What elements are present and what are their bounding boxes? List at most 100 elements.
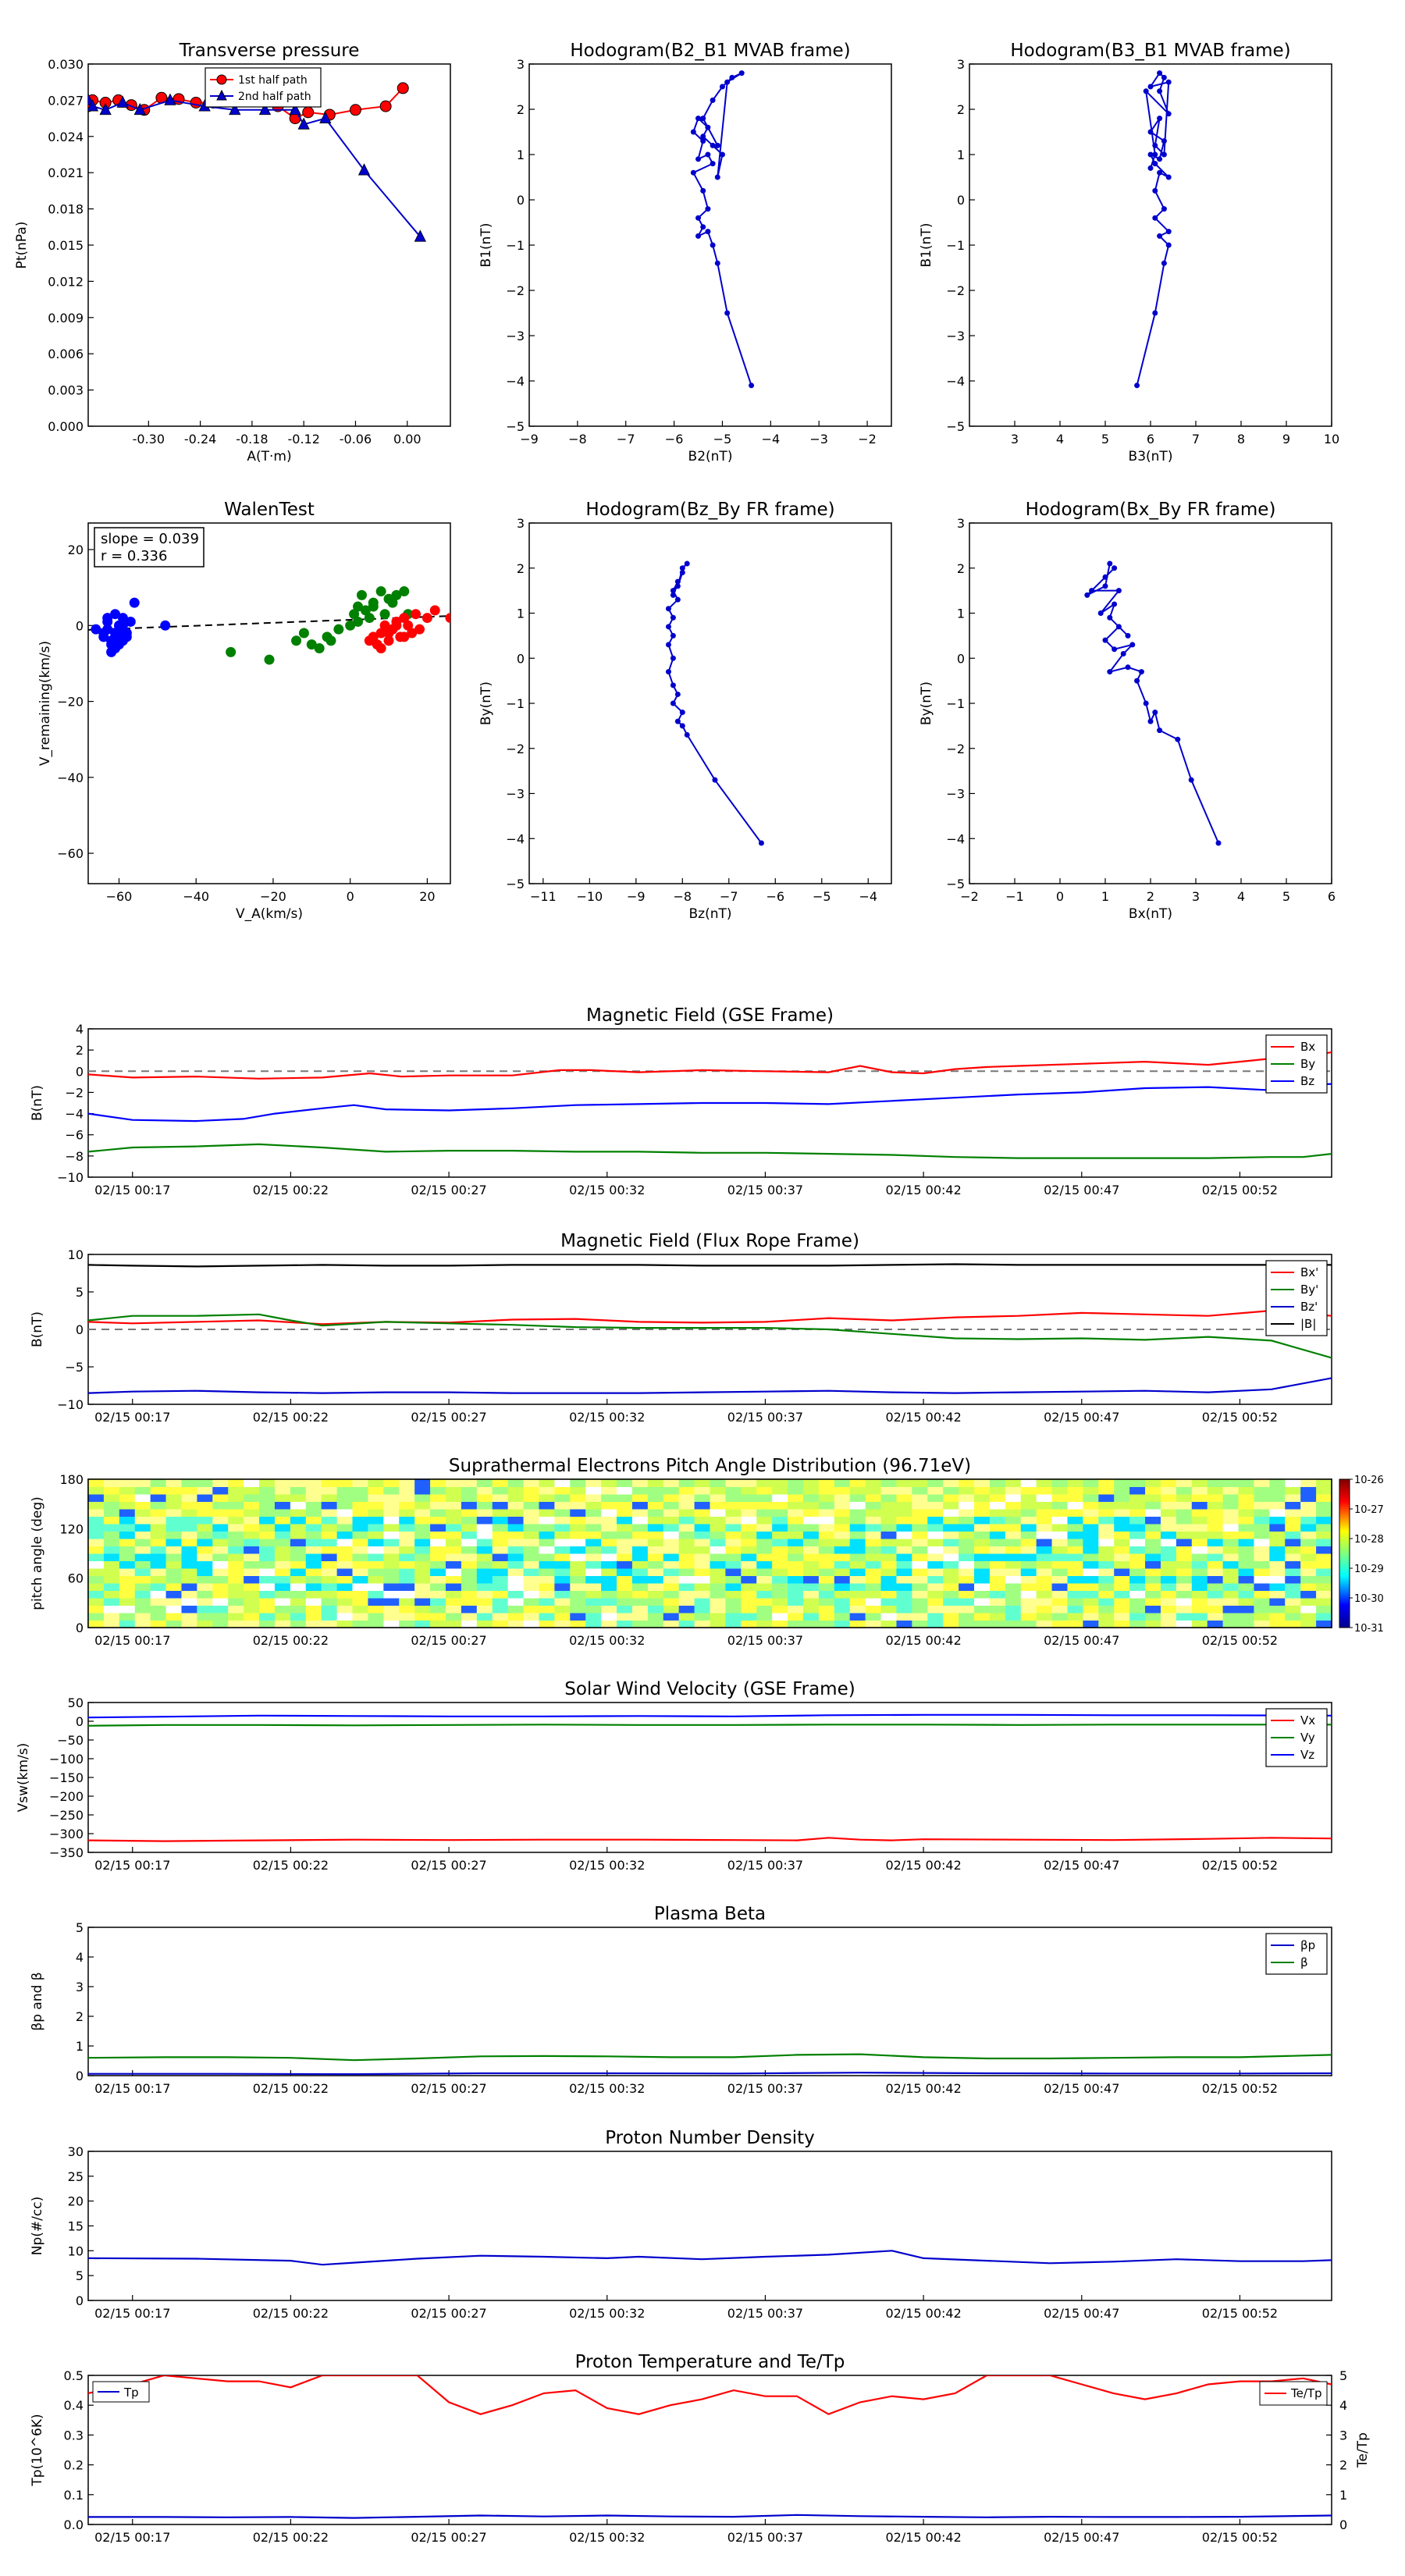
heatmap-cell xyxy=(244,1524,260,1532)
heatmap-cell xyxy=(244,1620,260,1628)
heatmap-cell xyxy=(445,1553,462,1561)
y-tick-label: 5 xyxy=(76,1285,84,1300)
heatmap-cell xyxy=(1222,1524,1240,1532)
heatmap-cell xyxy=(570,1546,586,1554)
heatmap-cell xyxy=(1020,1605,1037,1614)
heatmap-cell xyxy=(1067,1546,1083,1554)
heatmap-cell xyxy=(523,1560,539,1569)
heatmap-cell xyxy=(802,1553,820,1561)
heatmap-cell xyxy=(1269,1605,1286,1614)
heatmap-cell xyxy=(896,1553,912,1561)
heatmap-cell xyxy=(617,1494,633,1502)
heatmap-cell xyxy=(368,1486,384,1495)
heatmap-cell xyxy=(1254,1560,1270,1569)
heatmap-cell xyxy=(617,1568,633,1576)
x-tick-label: −20 xyxy=(260,889,286,904)
heatmap-cell xyxy=(1300,1479,1317,1487)
heatmap-cell xyxy=(1129,1568,1146,1576)
heatmap-cell xyxy=(228,1620,244,1628)
heatmap-cell xyxy=(290,1553,307,1561)
heatmap-cell xyxy=(631,1583,649,1591)
heatmap-cell xyxy=(585,1539,602,1546)
data-point xyxy=(700,224,706,230)
heatmap-cell xyxy=(585,1479,602,1487)
y-axis-label: Tp(10^6K) xyxy=(30,2414,45,2486)
heatmap-cell xyxy=(259,1509,276,1517)
heatmap-cell xyxy=(399,1494,415,1502)
heatmap-cell xyxy=(663,1479,680,1487)
heatmap-cell xyxy=(1207,1590,1224,1599)
heatmap-cell xyxy=(741,1583,757,1591)
heatmap-cell xyxy=(507,1598,525,1606)
heatmap-cell xyxy=(368,1524,384,1532)
heatmap-cell xyxy=(445,1494,462,1502)
heatmap-cell xyxy=(181,1509,197,1517)
data-point xyxy=(700,116,706,122)
heatmap-cell xyxy=(1207,1553,1224,1561)
heatmap-cell xyxy=(647,1501,664,1510)
heatmap-cell xyxy=(1129,1546,1146,1554)
y-tick-label: −4 xyxy=(65,1107,84,1122)
heatmap-cell xyxy=(943,1605,959,1614)
heatmap-cell xyxy=(1145,1494,1161,1502)
heatmap-cell xyxy=(1051,1546,1068,1554)
heatmap-cell xyxy=(1051,1539,1068,1546)
heatmap-cell xyxy=(1238,1605,1254,1614)
heatmap-cell xyxy=(570,1575,586,1584)
y-tick-label: 10 xyxy=(68,2243,84,2258)
heatmap-cell xyxy=(802,1479,820,1487)
heatmap-cell xyxy=(274,1575,291,1584)
data-point xyxy=(1097,610,1104,616)
data-point xyxy=(1107,614,1113,621)
heatmap-cell xyxy=(321,1531,338,1539)
heatmap-cell xyxy=(383,1494,400,1502)
heatmap-cell xyxy=(849,1560,866,1569)
heatmap-cell xyxy=(212,1524,229,1532)
heatmap-cell xyxy=(974,1613,991,1621)
heatmap-cell xyxy=(849,1539,866,1546)
heatmap-cell xyxy=(772,1546,788,1554)
heatmap-cell xyxy=(1316,1539,1332,1546)
heatmap-cell xyxy=(818,1509,835,1517)
data-point xyxy=(1102,574,1108,580)
heatmap-cell xyxy=(414,1524,431,1532)
heatmap-cell xyxy=(181,1486,197,1495)
scatter-point xyxy=(291,635,302,646)
y-tick-label: 30 xyxy=(68,2144,84,2159)
heatmap-cell xyxy=(756,1516,773,1525)
heatmap-cell xyxy=(1083,1590,1099,1599)
x-tick-label: 0.00 xyxy=(393,432,422,447)
y-axis-label: Pt(nPa) xyxy=(14,222,30,269)
heatmap-cell xyxy=(336,1590,354,1599)
data-point xyxy=(705,206,711,212)
heatmap-cell xyxy=(772,1553,788,1561)
heatmap-cell xyxy=(1051,1613,1068,1621)
heatmap-cell xyxy=(802,1524,820,1532)
heatmap-cell xyxy=(601,1598,617,1606)
colorbar-label: 10-27 xyxy=(1354,1504,1384,1516)
heatmap-cell xyxy=(943,1479,959,1487)
heatmap-cell xyxy=(585,1524,602,1532)
heatmap-cell xyxy=(165,1575,182,1584)
heatmap-cell xyxy=(678,1613,695,1621)
heatmap-cell xyxy=(1176,1546,1193,1554)
heatmap-cell xyxy=(756,1509,773,1517)
data-point xyxy=(1161,74,1167,80)
heatmap-cell xyxy=(943,1531,959,1539)
x-tick-label: 4 xyxy=(1056,432,1064,447)
heatmap-cell xyxy=(1160,1560,1177,1569)
heatmap-cell xyxy=(212,1509,229,1517)
heatmap-cell xyxy=(927,1479,944,1487)
heatmap-cell xyxy=(228,1479,244,1487)
heatmap-cell xyxy=(1083,1568,1099,1576)
heatmap-cell xyxy=(165,1486,182,1495)
heatmap-cell xyxy=(943,1590,959,1599)
data-point xyxy=(1138,669,1144,675)
heatmap-cell xyxy=(756,1553,773,1561)
heatmap-cell xyxy=(772,1486,788,1495)
y-tick-label: 2 xyxy=(1339,2458,1347,2473)
heatmap-cell xyxy=(1020,1568,1037,1576)
heatmap-cell xyxy=(865,1494,882,1502)
y-tick-label: 10 xyxy=(68,1247,84,1262)
heatmap-cell xyxy=(959,1605,975,1614)
